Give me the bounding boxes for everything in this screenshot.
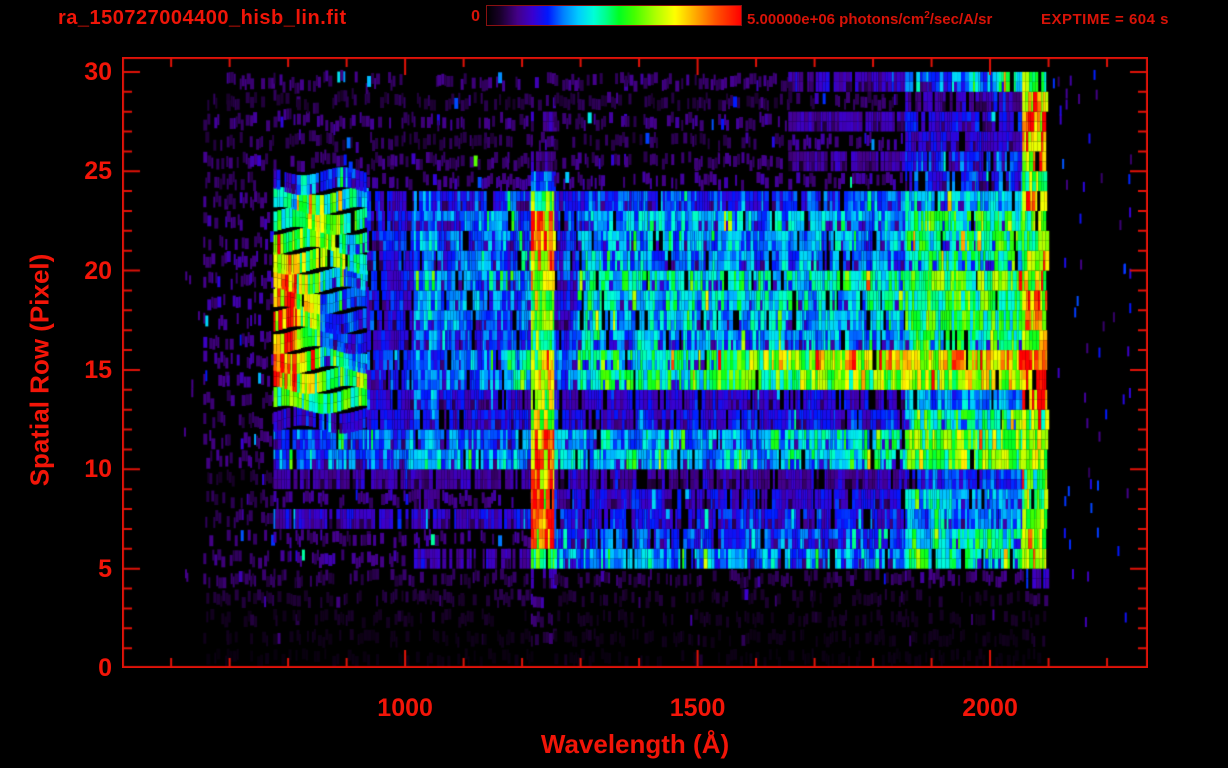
y-tick-label: 5 xyxy=(98,554,112,583)
idl-display-window: ra_150727004400_hisb_lin.fit 0 5.00000e+… xyxy=(0,0,1228,768)
spectral-heatmap-canvas xyxy=(122,57,1148,668)
y-axis-title: Spatial Row (Pixel) xyxy=(24,253,55,487)
y-tick-label: 30 xyxy=(84,57,112,86)
page-title: ra_150727004400_hisb_lin.fit xyxy=(58,7,347,29)
colorbar-max-text: 5.00000e+06 photons/cm xyxy=(747,11,925,28)
x-tick-label: 1000 xyxy=(377,694,433,722)
x-axis-title: Wavelength (Å) xyxy=(540,729,730,759)
colorbar-min-label: 0 xyxy=(471,8,480,25)
x-tick-label: 1500 xyxy=(669,694,726,722)
y-tick-label: 25 xyxy=(84,157,112,186)
x-tick-label: 2000 xyxy=(962,694,1018,722)
exptime-label: EXPTIME = 604 s xyxy=(1041,11,1169,28)
colorbar-gradient xyxy=(486,5,742,26)
colorbar-max-label: 5.00000e+06 photons/cm2/sec/A/sr xyxy=(747,10,992,28)
colorbar-max-units: /sec/A/sr xyxy=(929,11,993,28)
y-tick-label: 0 xyxy=(98,654,112,682)
